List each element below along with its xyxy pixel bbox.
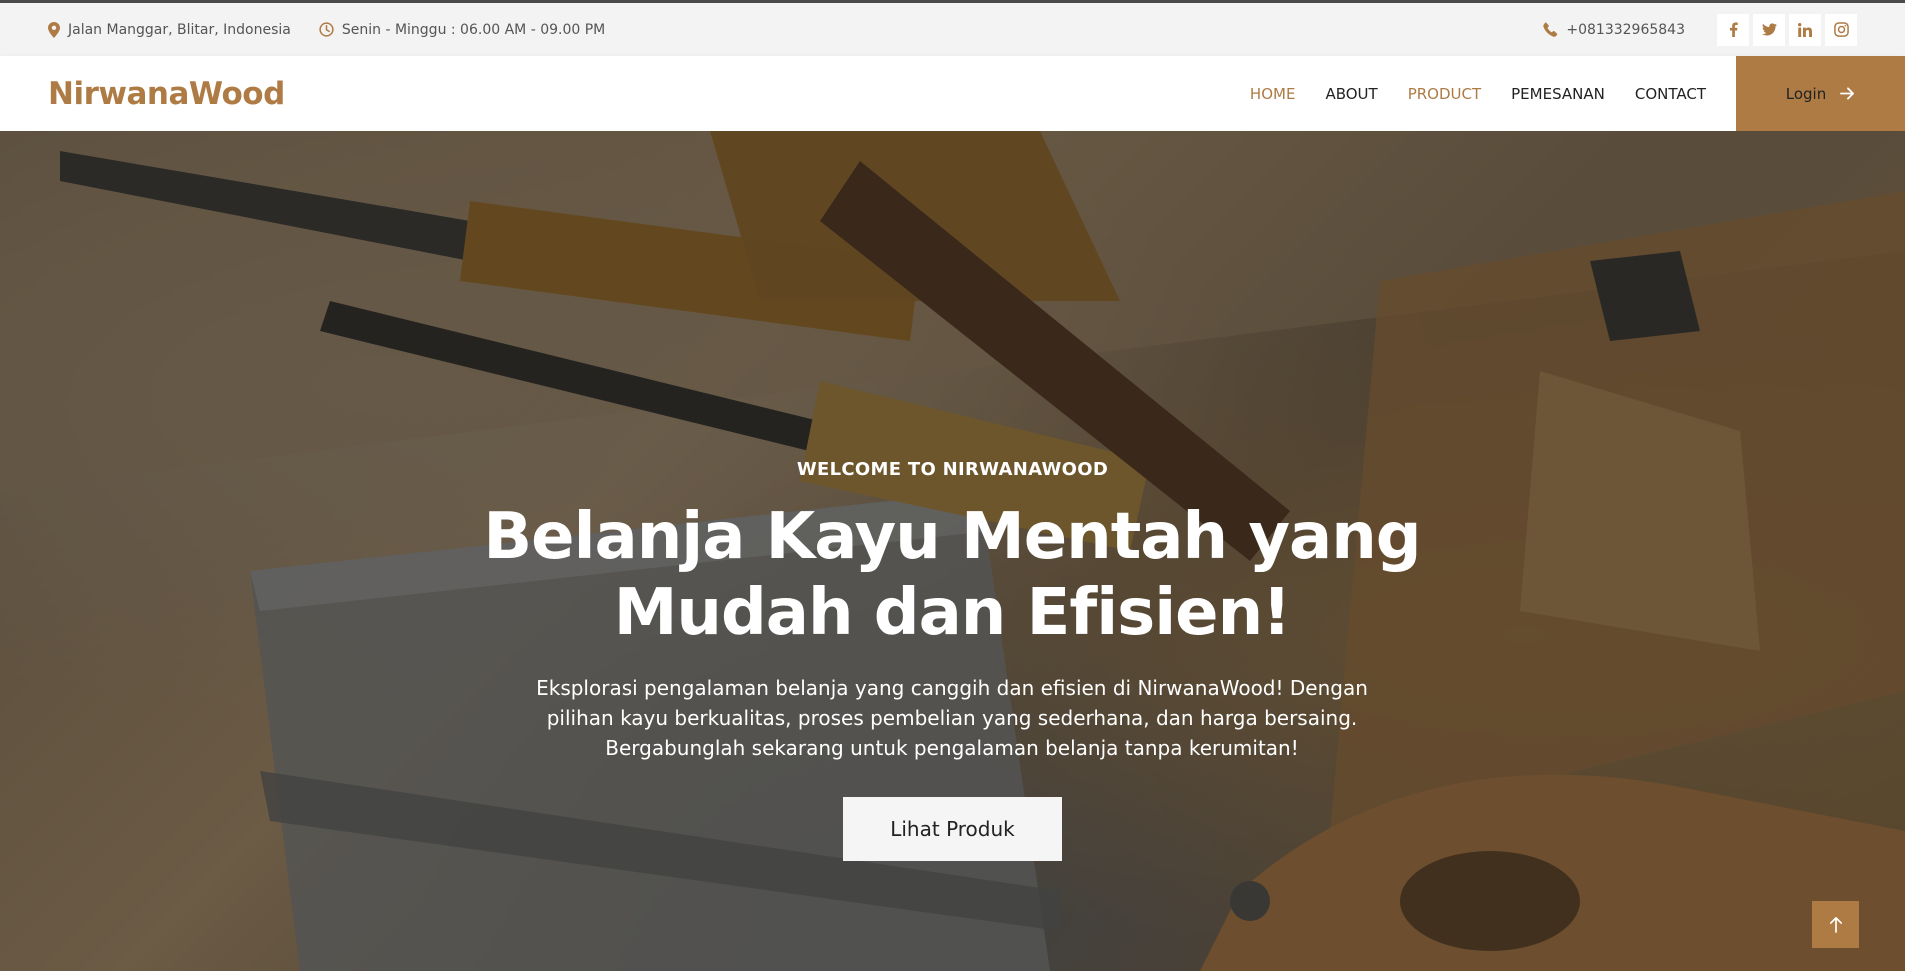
phone-icon xyxy=(1543,22,1558,37)
nav-item-about[interactable]: ABOUT xyxy=(1325,85,1377,103)
nav-item-product[interactable]: PRODUCT xyxy=(1408,85,1481,103)
arrow-right-icon xyxy=(1840,87,1855,100)
topbar-left: Jalan Manggar, Blitar, Indonesia Senin -… xyxy=(48,21,633,38)
facebook-icon xyxy=(1729,22,1738,37)
brand-logo[interactable]: NirwanaWood xyxy=(48,76,285,112)
linkedin-icon xyxy=(1798,22,1812,37)
twitter-icon xyxy=(1761,23,1777,36)
login-button[interactable]: Login xyxy=(1736,56,1905,131)
address-info: Jalan Manggar, Blitar, Indonesia xyxy=(48,21,291,38)
arrow-up-icon xyxy=(1829,917,1842,933)
facebook-link[interactable] xyxy=(1717,13,1749,46)
twitter-link[interactable] xyxy=(1753,13,1785,46)
top-info-bar: Jalan Manggar, Blitar, Indonesia Senin -… xyxy=(0,0,1905,56)
map-pin-icon xyxy=(48,21,60,38)
nav-item-pemesanan[interactable]: PEMESANAN xyxy=(1511,85,1605,103)
hero-headline: Belanja Kayu Mentah yang Mudah dan Efisi… xyxy=(483,500,1421,650)
main-navbar: NirwanaWood HOME ABOUT PRODUCT PEMESANAN… xyxy=(0,56,1905,131)
nav-item-home[interactable]: HOME xyxy=(1250,85,1296,103)
hours-info: Senin - Minggu : 06.00 AM - 09.00 PM xyxy=(319,22,605,38)
nav-item-contact[interactable]: CONTACT xyxy=(1635,85,1706,103)
address-text: Jalan Manggar, Blitar, Indonesia xyxy=(68,21,291,38)
hero-content: WELCOME TO NIRWANAWOOD Belanja Kayu Ment… xyxy=(0,131,1905,971)
clock-icon xyxy=(319,22,334,37)
hero-subtext: Eksplorasi pengalaman belanja yang cangg… xyxy=(536,676,1368,760)
phone-info: +081332965843 xyxy=(1543,22,1685,38)
login-label: Login xyxy=(1785,84,1827,103)
hours-text: Senin - Minggu : 06.00 AM - 09.00 PM xyxy=(341,21,606,38)
view-products-button[interactable]: Lihat Produk xyxy=(843,797,1062,861)
back-to-top-button[interactable] xyxy=(1812,901,1859,948)
instagram-link[interactable] xyxy=(1825,13,1857,46)
linkedin-link[interactable] xyxy=(1789,13,1821,46)
hero-eyebrow: WELCOME TO NIRWANAWOOD xyxy=(796,459,1109,480)
instagram-icon xyxy=(1833,22,1849,37)
phone-text: +081332965843 xyxy=(1566,21,1685,38)
hero-section: WELCOME TO NIRWANAWOOD Belanja Kayu Ment… xyxy=(0,131,1905,971)
topbar-right: +081332965843 xyxy=(1543,13,1857,46)
nav-menu: HOME ABOUT PRODUCT PEMESANAN CONTACT Log… xyxy=(1220,56,1905,131)
social-links xyxy=(1713,13,1857,46)
